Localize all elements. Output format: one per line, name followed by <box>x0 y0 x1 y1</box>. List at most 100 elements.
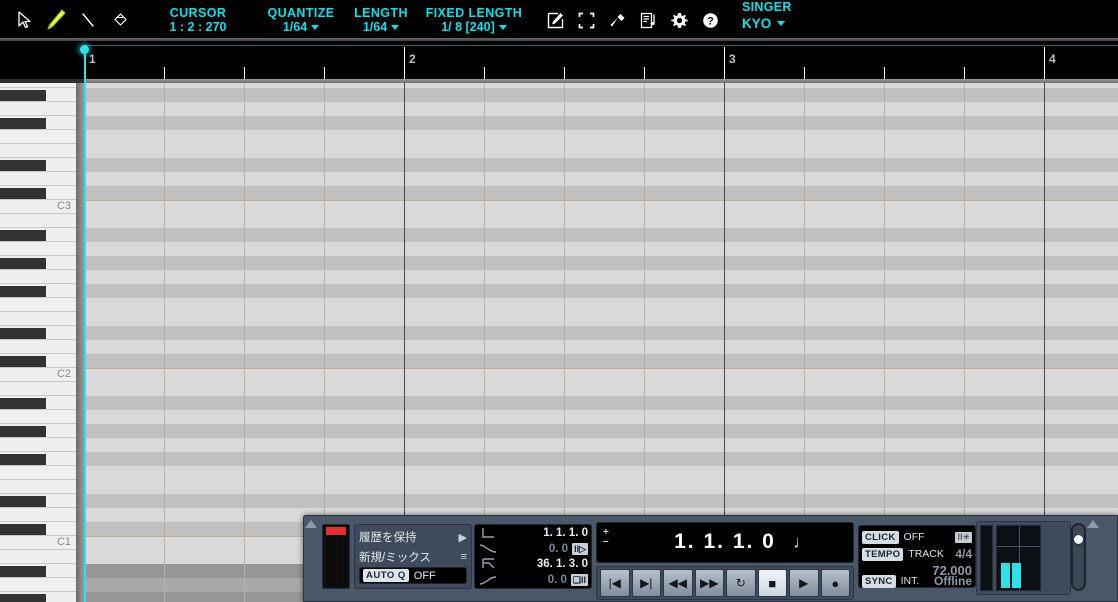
piano-key-black[interactable] <box>0 356 46 367</box>
grid-row[interactable] <box>84 158 1118 172</box>
edit-box-icon[interactable] <box>540 7 571 33</box>
fixed-length-param[interactable]: FIXED LENGTH 1/ 8 [240] <box>418 6 530 35</box>
right-locator-button[interactable]: ❏II <box>570 574 588 587</box>
grid-row[interactable] <box>84 130 1118 144</box>
quantize-param[interactable]: QUANTIZE 1/64 <box>260 6 342 35</box>
piano-key-black[interactable] <box>0 90 46 101</box>
timeline-ruler[interactable]: 1 2 3 4 <box>0 41 1118 83</box>
grid-row[interactable] <box>84 200 1118 214</box>
chevron-down-icon[interactable] <box>498 24 507 30</box>
volume-slider-knob[interactable] <box>1074 535 1083 544</box>
piano-key-black[interactable] <box>0 398 46 409</box>
grid-row[interactable] <box>84 438 1118 452</box>
grid-row[interactable] <box>84 284 1118 298</box>
piano-key-white[interactable] <box>0 480 76 494</box>
piano-key-black[interactable] <box>0 524 46 535</box>
line-tool[interactable] <box>72 6 104 34</box>
piano-key-black[interactable] <box>0 594 46 602</box>
length-param[interactable]: LENGTH 1/64 <box>348 6 414 35</box>
locator-right-icon[interactable] <box>475 557 501 573</box>
fullscreen-icon[interactable] <box>571 7 602 33</box>
grid-row[interactable] <box>84 242 1118 256</box>
grid-row[interactable] <box>84 466 1118 480</box>
grid-row[interactable] <box>84 270 1118 284</box>
keep-history-row[interactable]: 履歴を保持 ▶ <box>359 527 467 547</box>
grid-row[interactable] <box>84 452 1118 466</box>
gear-icon[interactable] <box>664 7 695 33</box>
hammer-icon[interactable] <box>602 7 633 33</box>
piano-key-white[interactable] <box>0 270 76 284</box>
grid-row[interactable] <box>84 480 1118 494</box>
chevron-down-icon[interactable] <box>391 24 400 30</box>
piano-key-white[interactable] <box>0 382 76 396</box>
chevron-down-icon[interactable] <box>777 21 786 26</box>
piano-key-black[interactable] <box>0 566 46 577</box>
piano-key-black[interactable] <box>0 230 46 241</box>
grid-row[interactable] <box>84 298 1118 312</box>
piano-key-black[interactable] <box>0 258 46 269</box>
singer-selector[interactable]: SINGER KYO <box>742 0 792 32</box>
fast-forward-button[interactable]: ▶▶ <box>694 569 724 597</box>
select-tool[interactable] <box>8 6 40 34</box>
piano-keyboard[interactable]: C3 C2 C1 <box>0 83 76 602</box>
grid-row[interactable] <box>84 340 1118 354</box>
help-icon[interactable]: ? <box>695 7 726 33</box>
panel-scroll-up-button[interactable] <box>304 516 318 601</box>
piano-key-white[interactable] <box>0 312 76 326</box>
piano-key-white[interactable] <box>0 242 76 256</box>
left-locator-value[interactable]: 1. 1. 1. 0 <box>501 525 591 541</box>
go-to-start-button[interactable]: |◀ <box>600 569 630 597</box>
grid-row[interactable] <box>84 228 1118 242</box>
piano-key-black[interactable] <box>0 328 46 339</box>
piano-key-white[interactable] <box>0 410 76 424</box>
play-button[interactable]: ▶ <box>789 569 819 597</box>
piano-key-white[interactable] <box>0 340 76 354</box>
clip-indicator[interactable] <box>326 527 346 535</box>
grid-row[interactable] <box>84 368 1118 382</box>
grid-row[interactable] <box>84 102 1118 116</box>
volume-slider[interactable] <box>1071 523 1086 591</box>
piano-key-black[interactable] <box>0 454 46 465</box>
right-locator-value[interactable]: 36. 1. 3. 0 <box>501 557 591 573</box>
score-note-icon[interactable] <box>633 7 664 33</box>
auto-quantize-row[interactable]: AUTO Q OFF <box>359 567 467 584</box>
piano-key-white[interactable] <box>0 102 76 116</box>
grid-row[interactable] <box>84 494 1118 508</box>
grid-row[interactable] <box>84 396 1118 410</box>
grid-row[interactable] <box>84 424 1118 438</box>
grid-row[interactable] <box>84 326 1118 340</box>
go-to-end-button[interactable]: ▶| <box>631 569 661 597</box>
grid-row[interactable] <box>84 186 1118 200</box>
chevron-down-icon[interactable] <box>311 24 320 30</box>
piano-key-white[interactable] <box>0 550 76 564</box>
pencil-tool[interactable] <box>40 6 72 34</box>
piano-key-white[interactable] <box>0 214 76 228</box>
eraser-tool[interactable] <box>104 6 136 34</box>
piano-key-black[interactable] <box>0 496 46 507</box>
grid-row[interactable] <box>84 410 1118 424</box>
piano-key-black[interactable] <box>0 286 46 297</box>
grid-row[interactable] <box>84 172 1118 186</box>
piano-key-white[interactable] <box>0 578 76 592</box>
cursor-param[interactable]: CURSOR 1 : 2 : 270 <box>150 6 246 35</box>
piano-key-black[interactable] <box>0 188 46 199</box>
record-button[interactable]: ● <box>820 569 850 597</box>
click-pattern-button[interactable]: II✳ <box>955 531 972 543</box>
piano-key-white[interactable] <box>0 438 76 452</box>
piano-key-black[interactable] <box>0 426 46 437</box>
piano-key-white[interactable] <box>0 172 76 186</box>
piano-key-black[interactable] <box>0 118 46 129</box>
stop-button[interactable]: ■ <box>757 569 787 597</box>
grid-row[interactable] <box>84 214 1118 228</box>
left-locator-button[interactable]: II▷ <box>572 542 588 555</box>
grid-row[interactable] <box>84 116 1118 130</box>
grid-row[interactable] <box>84 312 1118 326</box>
fade-out-icon[interactable] <box>475 541 501 557</box>
time-display[interactable]: + – 1. 1. 1. 0 ♩ <box>596 522 854 563</box>
grid-row[interactable] <box>84 354 1118 368</box>
locator-left-icon[interactable] <box>475 525 501 541</box>
click-row[interactable]: CLICK OFF II✳ <box>860 527 974 547</box>
grid-row[interactable] <box>84 88 1118 102</box>
rewind-button[interactable]: ◀◀ <box>663 569 693 597</box>
loop-button[interactable]: ↻ <box>726 569 756 597</box>
